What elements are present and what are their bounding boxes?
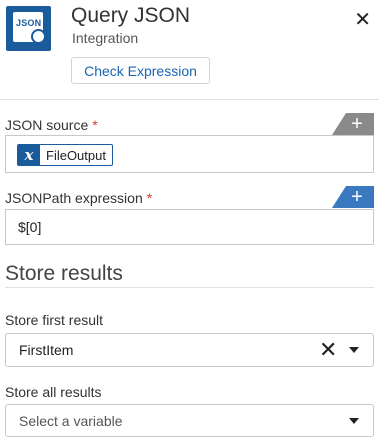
json-icon-text: JSON [16,18,42,28]
variable-chip-label: FileOutput [46,147,106,163]
json-source-add-button[interactable]: + [332,113,374,135]
section-divider [5,287,374,288]
magnifier-handle [43,39,51,48]
jsonpath-add-button[interactable]: + [332,186,374,208]
store-all-label: Store all results [5,384,102,400]
close-icon[interactable]: ✕ [354,7,371,32]
check-expression-button[interactable]: Check Expression [71,57,210,84]
jsonpath-value: $[0] [18,219,42,235]
jsonpath-input[interactable]: $[0] [5,209,374,245]
store-first-label: Store first result [5,312,104,328]
page-subtitle: Integration [72,30,139,46]
variable-chip[interactable]: x FileOutput [17,144,113,166]
store-all-select[interactable]: Select a variable [5,404,374,437]
store-all-placeholder: Select a variable [19,413,123,429]
header-divider [0,99,379,100]
store-first-value: FirstItem [19,342,74,358]
store-first-select[interactable]: FirstItem ✕ [5,333,374,367]
variable-icon: x [18,145,40,165]
chevron-down-icon[interactable] [349,347,359,353]
json-app-icon: JSON [6,6,51,51]
json-source-label-text: JSON source [5,117,89,133]
jsonpath-label-text: JSONPath expression [5,190,143,206]
json-source-label: JSON source * [5,117,98,133]
jsonpath-label: JSONPath expression * [5,190,152,206]
page-title: Query JSON [71,4,191,27]
required-mark: * [146,190,153,206]
plus-icon: + [351,112,363,135]
plus-icon: + [351,185,363,208]
store-results-heading: Store results [5,262,123,285]
required-mark: * [92,117,98,133]
chevron-down-icon[interactable] [349,418,359,424]
clear-icon[interactable]: ✕ [319,339,337,361]
